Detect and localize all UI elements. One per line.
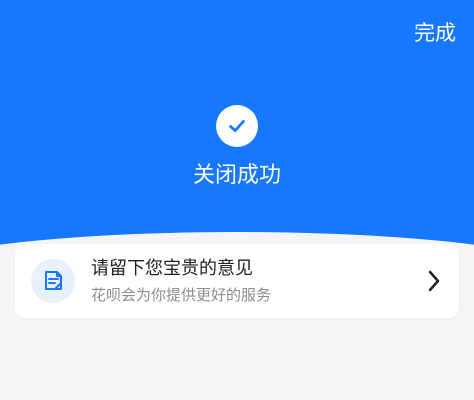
check-icon (216, 105, 258, 147)
feedback-title: 请留下您宝贵的意见 (91, 258, 253, 279)
feedback-entry-card[interactable]: 请留下您宝贵的意见 花呗会为你提供更好的服务 (15, 244, 459, 318)
feedback-subtitle: 花呗会为你提供更好的服务 (91, 286, 272, 304)
close-success-message: 关闭成功 (192, 163, 281, 188)
chevron-right-icon (428, 270, 440, 292)
close-success-screen: 完成 关闭成功 请留下您宝贵的意见 花呗会为你提供更好的服务 (0, 0, 474, 400)
feedback-edit-icon (31, 259, 75, 303)
done-button[interactable]: 完成 (414, 19, 456, 47)
